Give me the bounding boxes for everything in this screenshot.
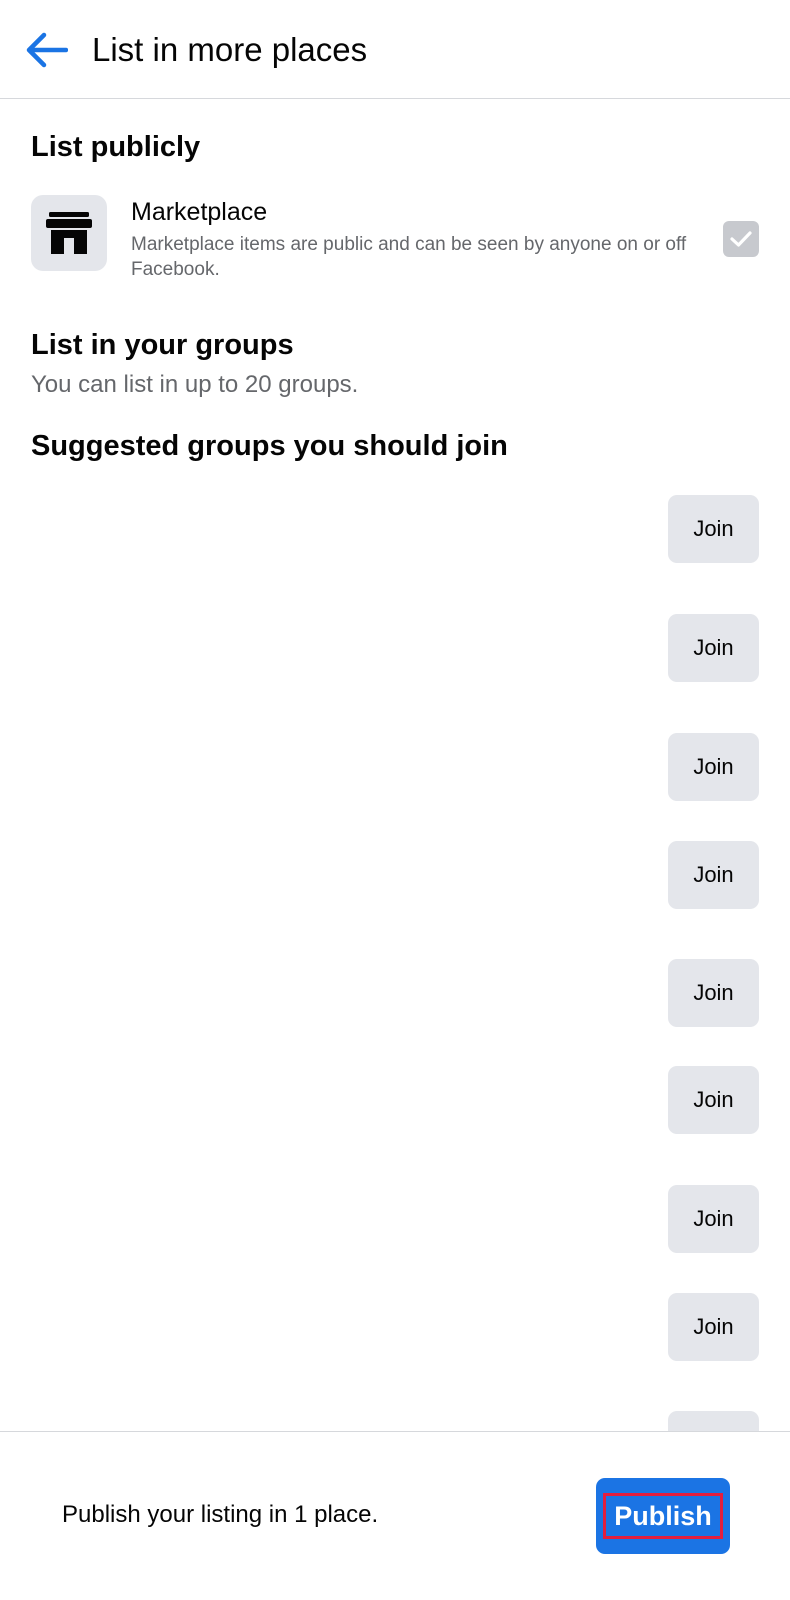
join-group-button[interactable]: Join	[668, 614, 759, 682]
join-group-button[interactable]: Join	[668, 733, 759, 801]
back-button[interactable]	[18, 22, 74, 78]
top-bar: List in more places	[0, 0, 790, 99]
storefront-icon	[46, 212, 92, 254]
marketplace-icon-box	[31, 195, 107, 271]
marketplace-checkbox[interactable]	[723, 221, 759, 257]
checkmark-icon	[730, 231, 752, 247]
join-group-button[interactable]: Join	[668, 1293, 759, 1361]
publish-summary-text: Publish your listing in 1 place.	[62, 1501, 379, 1528]
join-group-button[interactable]: Join	[668, 1066, 759, 1134]
groups-limit-text: You can list in up to 20 groups.	[31, 371, 359, 398]
join-group-button[interactable]: Join	[668, 495, 759, 563]
list-publicly-heading: List publicly	[31, 131, 201, 163]
marketplace-description: Marketplace items are public and can be …	[131, 234, 687, 280]
marketplace-title: Marketplace	[131, 198, 268, 226]
arrow-left-icon	[26, 32, 68, 68]
publish-footer: Publish your listing in 1 place. Publish	[0, 1431, 790, 1600]
suggested-groups-heading: Suggested groups you should join	[31, 430, 508, 462]
join-group-button[interactable]: Join	[668, 1185, 759, 1253]
join-group-button[interactable]: Join	[668, 841, 759, 909]
page-title: List in more places	[92, 31, 368, 68]
publish-button-label: Publish	[603, 1493, 723, 1539]
list-in-groups-heading: List in your groups	[31, 329, 294, 361]
join-group-button[interactable]: Join	[668, 959, 759, 1027]
publish-button[interactable]: Publish	[596, 1478, 730, 1554]
